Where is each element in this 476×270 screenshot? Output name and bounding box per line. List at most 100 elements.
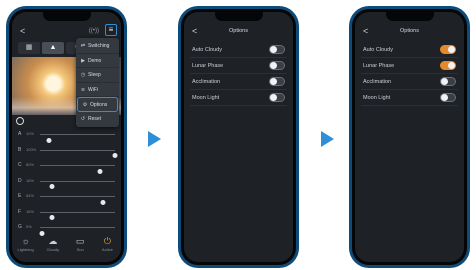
channel-name: D: [18, 177, 22, 184]
channel-slider-knob[interactable]: [97, 168, 103, 174]
phone-bezel: < ((•)) ≡ ▦ ▲ ✷ 10:00-12:00 A10%B100%C80…: [9, 9, 124, 265]
channel-row: C 80%: [18, 159, 115, 175]
option-label: Auto Cloudy: [192, 47, 222, 53]
options-list: Auto Cloudy Lunar Phase Acclimation Moon Li…: [190, 42, 287, 106]
sun-icon: ▭: [75, 236, 85, 246]
channel-row: D 16%: [18, 175, 115, 191]
menu-item-label: Switching: [88, 43, 110, 49]
menu-item-reset[interactable]: ↺ Reset: [76, 112, 119, 127]
channel-slider-knob[interactable]: [39, 230, 44, 236]
options-screen: < Options Auto Cloudy Lunar Phase Acclimat…: [355, 12, 464, 262]
option-toggle[interactable]: [269, 77, 285, 86]
channel-percent: 16%: [26, 208, 35, 214]
channel-sliders: A 10% B 100% C 80% D 16% E 84% F 16% G 0%: [18, 128, 118, 237]
nav-item-active[interactable]: ⏻ Active: [97, 236, 117, 253]
channel-slider-knob[interactable]: [100, 199, 106, 205]
phone-main-screen: < ((•)) ≡ ▦ ▲ ✷ 10:00-12:00 A10%B100%C80…: [6, 6, 127, 268]
page-title: Options: [229, 28, 248, 34]
channel-percent: 80%: [26, 162, 35, 167]
menu-icon[interactable]: ≡: [105, 24, 117, 36]
channel-name: C: [18, 162, 22, 168]
nav-item-cloudy[interactable]: ☁ Cloudy: [43, 236, 63, 253]
channel-slider-knob[interactable]: [46, 137, 52, 143]
channel-row: A 10%: [18, 128, 115, 144]
channel-slider-knob[interactable]: [49, 184, 55, 189]
option-toggle[interactable]: [440, 77, 456, 86]
menu-item-wifi[interactable]: ≋ WiFi: [76, 83, 119, 97]
clock-icon: [16, 117, 24, 125]
option-toggle[interactable]: [269, 93, 285, 102]
menu-item-label: Sleep: [88, 72, 101, 78]
channel-slider-track[interactable]: [40, 196, 115, 205]
channel-name: A: [18, 131, 22, 137]
channel-slider-track[interactable]: [40, 149, 118, 158]
phone-notch: [214, 12, 263, 21]
option-label: Auto Cloudy: [363, 47, 393, 53]
option-label: Lunar Phase: [192, 63, 224, 69]
channel-row: F 16%: [18, 206, 115, 222]
wifi-icon: ≋: [80, 86, 86, 93]
channel-slider-track[interactable]: [40, 180, 115, 189]
tab-grid-icon[interactable]: ▦: [18, 42, 40, 54]
menu-item-sleep[interactable]: ◷ Sleep: [76, 68, 119, 83]
channel-slider-track[interactable]: [40, 134, 115, 143]
phone-options-off: < Options Auto Cloudy Lunar Phase Acclimat…: [178, 6, 299, 268]
sleep-icon: ◷: [80, 72, 86, 78]
gear-icon: ⚙: [82, 102, 88, 108]
phone-notch: [42, 12, 91, 21]
channel-slider-track[interactable]: [39, 227, 115, 236]
channel-percent: 0%: [26, 224, 32, 229]
channel-slider-knob[interactable]: [112, 153, 118, 158]
option-toggle[interactable]: [440, 61, 456, 70]
channel-percent: 10%: [26, 131, 35, 136]
options-header: < Options: [355, 25, 464, 37]
channel-slider-knob[interactable]: [49, 215, 55, 220]
channel-slider-track[interactable]: [40, 211, 115, 220]
options-screen: < Options Auto Cloudy Lunar Phase Acclimat…: [184, 12, 293, 262]
menu-item-options[interactable]: ⚙ Options: [77, 97, 118, 112]
phone-bezel: < Options Auto Cloudy Lunar Phase Acclimat…: [181, 9, 296, 265]
option-toggle[interactable]: [269, 45, 285, 54]
phone-bezel: < Options Auto Cloudy Lunar Phase Acclimat…: [352, 9, 467, 265]
option-toggle[interactable]: [440, 93, 456, 102]
tab-mountain-icon[interactable]: ▲: [42, 42, 64, 54]
channel-row: G 0%: [18, 221, 115, 237]
menu-item-switching[interactable]: ⇄ Switching: [76, 39, 119, 54]
menu-item-label: Options: [90, 102, 108, 108]
option-toggle[interactable]: [269, 61, 285, 70]
nav-label: Cloudy: [46, 247, 60, 252]
nav-label: Active: [101, 247, 113, 252]
phone-notch: [385, 12, 434, 21]
tutorial-stage: < ((•)) ≡ ▦ ▲ ✷ 10:00-12:00 A10%B100%C80…: [0, 0, 476, 270]
nav-label: Sun: [76, 247, 84, 252]
channel-slider-track[interactable]: [40, 165, 115, 174]
option-row-lunar-phase: Lunar Phase: [361, 58, 458, 74]
power-icon: ⏻: [103, 236, 111, 246]
menu-item-label: Demo: [88, 57, 102, 64]
nav-item-sun[interactable]: ▭ Sun: [70, 236, 90, 253]
nav-label: Lightning: [17, 247, 34, 252]
option-label: Acclimation: [192, 79, 221, 85]
back-icon[interactable]: <: [20, 25, 25, 37]
menu-item-label: Reset: [88, 115, 102, 122]
lightning-icon: ☼: [21, 236, 30, 246]
menu-item-label: WiFi: [88, 86, 98, 93]
option-row-auto-cloudy: Auto Cloudy: [361, 42, 458, 58]
option-label: Moon Light: [363, 95, 391, 101]
channel-name: B: [18, 146, 22, 153]
options-dropdown-menu: ⇄ Switching ▶ Demo ◷ Sleep ≋ WiFi ⚙ Options ↺ Reset: [76, 38, 119, 127]
next-step-arrow-icon: [321, 131, 334, 147]
main-screen: < ((•)) ≡ ▦ ▲ ✷ 10:00-12:00 A10%B100%C80…: [12, 12, 121, 262]
channel-row: B 100%: [18, 144, 118, 160]
option-label: Moon Light: [192, 95, 220, 101]
switch-icon: ⇄: [80, 43, 86, 49]
phone-options-on: < Options Auto Cloudy Lunar Phase Acclimat…: [349, 6, 470, 268]
option-row-auto-cloudy: Auto Cloudy: [190, 42, 287, 58]
next-step-arrow-icon: [148, 131, 161, 147]
option-row-acclimation: Acclimation: [361, 74, 458, 90]
option-toggle[interactable]: [440, 45, 456, 54]
nav-item-lightning[interactable]: ☼ Lightning: [16, 236, 36, 253]
option-label: Lunar Phase: [363, 63, 395, 69]
menu-item-demo[interactable]: ▶ Demo: [76, 54, 119, 68]
option-label: Acclimation: [363, 79, 392, 85]
